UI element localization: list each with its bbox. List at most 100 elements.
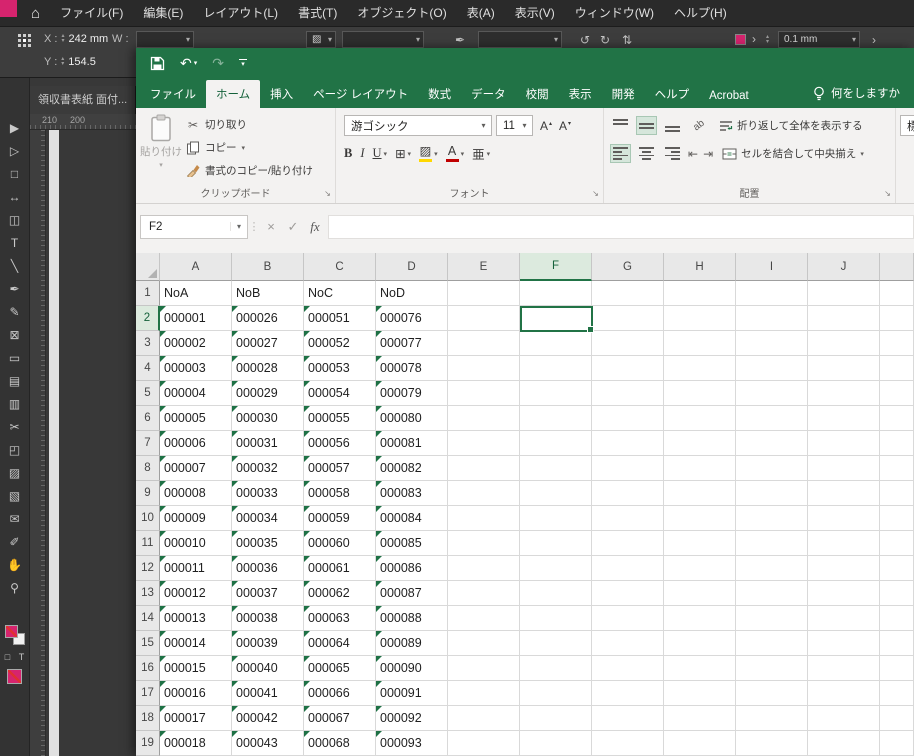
pencil-tool[interactable]: ✎ xyxy=(4,300,26,323)
cell-G14[interactable] xyxy=(592,606,664,631)
cell-B18[interactable]: 000042 xyxy=(232,706,304,731)
indesign-logo-icon[interactable] xyxy=(0,0,17,17)
content-collector-tool[interactable]: ◫ xyxy=(4,208,26,231)
row-header-7[interactable]: 7 xyxy=(136,431,160,456)
cell-G16[interactable] xyxy=(592,656,664,681)
cell-B15[interactable]: 000039 xyxy=(232,631,304,656)
cell-G15[interactable] xyxy=(592,631,664,656)
cell-A19[interactable]: 000018 xyxy=(160,731,232,756)
cell-H2[interactable] xyxy=(664,306,736,331)
cell-F7[interactable] xyxy=(520,431,592,456)
cell-C1[interactable]: NoC xyxy=(304,281,376,306)
rectangle-frame-tool[interactable]: ⊠ xyxy=(4,323,26,346)
cell-I18[interactable] xyxy=(736,706,808,731)
cell-J5[interactable] xyxy=(808,381,880,406)
cell-C5[interactable]: 000054 xyxy=(304,381,376,406)
cell-E14[interactable] xyxy=(448,606,520,631)
cell-B6[interactable]: 000030 xyxy=(232,406,304,431)
ribbon-tab[interactable]: ホーム xyxy=(206,80,261,108)
cell-partial[interactable] xyxy=(880,531,914,556)
cell-B4[interactable]: 000028 xyxy=(232,356,304,381)
home-icon[interactable]: ⌂ xyxy=(31,5,40,22)
cell-J14[interactable] xyxy=(808,606,880,631)
cell-F2[interactable] xyxy=(520,306,592,331)
cell-B7[interactable]: 000031 xyxy=(232,431,304,456)
line-tool[interactable]: ╲ xyxy=(4,254,26,277)
cell-D8[interactable]: 000082 xyxy=(376,456,448,481)
cell-B17[interactable]: 000041 xyxy=(232,681,304,706)
cell-D7[interactable]: 000081 xyxy=(376,431,448,456)
enter-button[interactable]: ✓ xyxy=(282,219,304,235)
cell-E9[interactable] xyxy=(448,481,520,506)
ribbon-tab[interactable]: 挿入 xyxy=(260,80,303,108)
decrease-font-button[interactable]: A ▾ xyxy=(556,119,571,133)
cell-H7[interactable] xyxy=(664,431,736,456)
cell-C14[interactable]: 000063 xyxy=(304,606,376,631)
cell-partial[interactable] xyxy=(880,456,914,481)
cell-F10[interactable] xyxy=(520,506,592,531)
vertical-type-grid-tool[interactable]: ▥ xyxy=(4,392,26,415)
ribbon-tab[interactable]: 表示 xyxy=(559,80,602,108)
cell-J3[interactable] xyxy=(808,331,880,356)
cell-J4[interactable] xyxy=(808,356,880,381)
cell-B8[interactable]: 000032 xyxy=(232,456,304,481)
reference-point-proxy[interactable] xyxy=(18,34,31,47)
cell-A8[interactable]: 000007 xyxy=(160,456,232,481)
cell-C4[interactable]: 000053 xyxy=(304,356,376,381)
y-position-field[interactable]: Y : ▴ ▾ 154.5 xyxy=(44,56,96,68)
cell-J18[interactable] xyxy=(808,706,880,731)
cell-C3[interactable]: 000052 xyxy=(304,331,376,356)
column-header-C[interactable]: C xyxy=(304,253,376,281)
cell-B5[interactable]: 000029 xyxy=(232,381,304,406)
cell-C16[interactable]: 000065 xyxy=(304,656,376,681)
ribbon-tab[interactable]: ページ レイアウト xyxy=(303,80,418,108)
pen-icon[interactable]: ✒ xyxy=(455,33,465,47)
cell-H13[interactable] xyxy=(664,581,736,606)
cell-H8[interactable] xyxy=(664,456,736,481)
cell-A3[interactable]: 000002 xyxy=(160,331,232,356)
font-color-button[interactable]: A ▾ xyxy=(445,144,464,163)
cell-I19[interactable] xyxy=(736,731,808,756)
menu-item[interactable]: レイアウト(L) xyxy=(193,0,288,26)
cell-F19[interactable] xyxy=(520,731,592,756)
cell-G7[interactable] xyxy=(592,431,664,456)
cell-J17[interactable] xyxy=(808,681,880,706)
cell-C2[interactable]: 000051 xyxy=(304,306,376,331)
cell-A12[interactable]: 000011 xyxy=(160,556,232,581)
cell-F1[interactable] xyxy=(520,281,592,306)
cell-C6[interactable]: 000055 xyxy=(304,406,376,431)
ribbon-tab[interactable]: 開発 xyxy=(602,80,645,108)
cell-H12[interactable] xyxy=(664,556,736,581)
cell-G9[interactable] xyxy=(592,481,664,506)
row-header-2[interactable]: 2 xyxy=(136,306,160,331)
rotate-ccw-icon[interactable]: ↺ xyxy=(580,33,590,47)
cell-G8[interactable] xyxy=(592,456,664,481)
cell-B3[interactable]: 000027 xyxy=(232,331,304,356)
cell-A11[interactable]: 000010 xyxy=(160,531,232,556)
cell-E8[interactable] xyxy=(448,456,520,481)
cell-H15[interactable] xyxy=(664,631,736,656)
cell-B10[interactable]: 000034 xyxy=(232,506,304,531)
row-header-8[interactable]: 8 xyxy=(136,456,160,481)
cell-C7[interactable]: 000056 xyxy=(304,431,376,456)
cell-I4[interactable] xyxy=(736,356,808,381)
cell-partial[interactable] xyxy=(880,356,914,381)
cell-A2[interactable]: 000001 xyxy=(160,306,232,331)
cell-H19[interactable] xyxy=(664,731,736,756)
zoom-tool[interactable]: ⚲ xyxy=(4,576,26,599)
row-header-3[interactable]: 3 xyxy=(136,331,160,356)
horizontal-type-grid-tool[interactable]: ▤ xyxy=(4,369,26,392)
decrease-indent-button[interactable]: ⇤ xyxy=(688,147,698,161)
cell-E2[interactable] xyxy=(448,306,520,331)
free-transform-tool[interactable]: ◰ xyxy=(4,438,26,461)
ribbon-tab[interactable]: ファイル xyxy=(140,80,206,108)
cell-F15[interactable] xyxy=(520,631,592,656)
cell-J9[interactable] xyxy=(808,481,880,506)
cell-G6[interactable] xyxy=(592,406,664,431)
rotate-cw-icon[interactable]: ↻ xyxy=(600,33,610,47)
cell-G18[interactable] xyxy=(592,706,664,731)
cell-D12[interactable]: 000086 xyxy=(376,556,448,581)
cell-C19[interactable]: 000068 xyxy=(304,731,376,756)
alignment-dialog-launcher[interactable]: ↘ xyxy=(882,188,893,199)
cell-G12[interactable] xyxy=(592,556,664,581)
